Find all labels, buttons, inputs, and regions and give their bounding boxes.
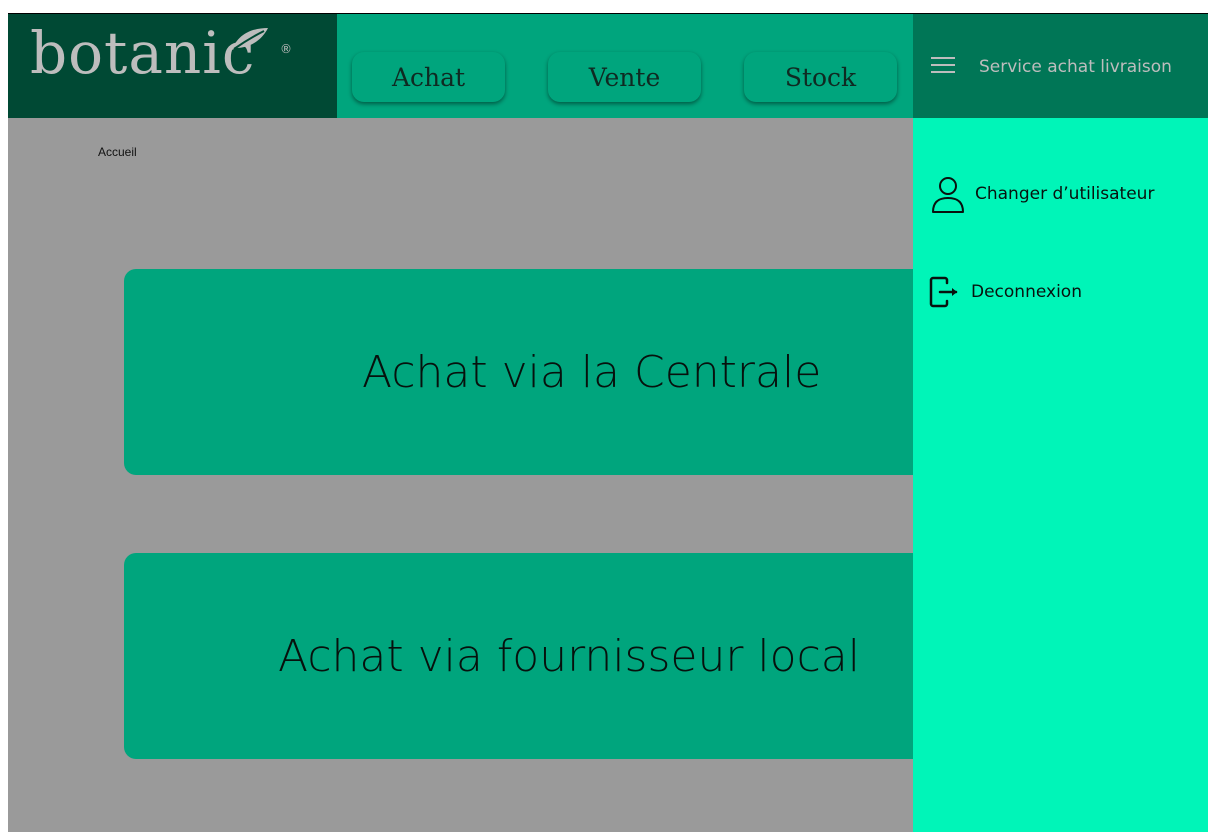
breadcrumb[interactable]: Accueil bbox=[98, 145, 137, 159]
menu-icon[interactable] bbox=[931, 56, 955, 74]
achat-fournisseur-card[interactable]: Achat via fournisseur local bbox=[124, 553, 1024, 759]
achat-centrale-label: Achat via la Centrale bbox=[362, 346, 822, 398]
logout-item[interactable]: Deconnexion bbox=[929, 276, 1082, 308]
registered-mark: ® bbox=[280, 42, 292, 56]
nav-vente-button[interactable]: Vente bbox=[548, 52, 701, 102]
switch-user-label: Changer d’utilisateur bbox=[975, 184, 1155, 204]
achat-fournisseur-label: Achat via fournisseur local bbox=[278, 630, 860, 682]
logo-wordmark: botanic bbox=[30, 19, 256, 87]
app-frame: botanic ® Achat Vente Stock Accueil Acha… bbox=[8, 14, 1208, 832]
user-icon bbox=[932, 177, 964, 213]
service-title: Service achat livraison bbox=[979, 57, 1172, 77]
nav-achat-button[interactable]: Achat bbox=[352, 52, 505, 102]
drawer-header[interactable]: Service achat livraison bbox=[913, 14, 1208, 118]
nav-stock-button[interactable]: Stock bbox=[744, 52, 897, 102]
achat-centrale-card[interactable]: Achat via la Centrale bbox=[124, 269, 1024, 475]
logout-label: Deconnexion bbox=[971, 282, 1082, 302]
logout-icon bbox=[929, 276, 958, 308]
leaf-icon bbox=[232, 28, 268, 50]
logo[interactable]: botanic ® bbox=[8, 14, 337, 118]
switch-user-item[interactable]: Changer d’utilisateur bbox=[929, 174, 1154, 214]
user-drawer: Changer d’utilisateur Deconnexion bbox=[913, 118, 1208, 832]
